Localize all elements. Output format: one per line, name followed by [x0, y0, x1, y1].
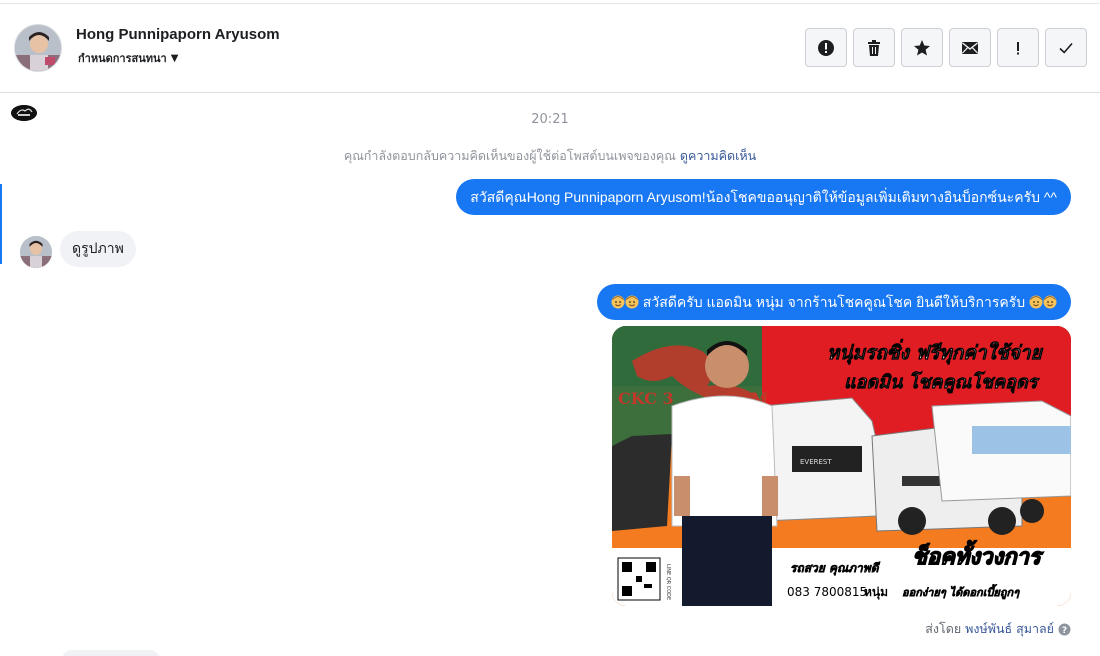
- car-dealer-ad-image[interactable]: CKC 3 COM หนุ่มรถซิ่ง ฟรีทุกค่าใช้จ่าย แ…: [612, 326, 1071, 606]
- question-circle-icon[interactable]: ?: [1058, 623, 1071, 636]
- ad-headline-1: หนุ่มรถซิ่ง ฟรีทุกค่าใช้จ่าย: [827, 339, 1044, 365]
- man-emoji-icon: [1043, 295, 1057, 309]
- ad-brand: CKC 3: [618, 389, 674, 408]
- message-timestamp: 20:21: [531, 112, 569, 127]
- avatar-photo: [20, 236, 52, 268]
- svg-text:?: ?: [1062, 626, 1067, 636]
- sender-avatar[interactable]: [20, 236, 52, 268]
- ad-qr-label: LINE QR CODE: [665, 564, 671, 600]
- ad-headline-2: แอดมิน โชคคูณโชคอุดร: [844, 371, 1041, 394]
- incoming-message[interactable]: ดูรูปภาพ: [60, 231, 136, 267]
- sent-by-prefix: ส่งโดย: [925, 621, 962, 636]
- mark-unread-button[interactable]: [949, 28, 991, 67]
- outgoing-message[interactable]: สวัสดีคุณHong Punnipaporn Aryusom!น้องโช…: [456, 179, 1071, 215]
- sent-by: ส่งโดย พงษ์พันธ์ สุมาลย์ ?: [925, 619, 1071, 639]
- alert-circle-icon: [818, 39, 834, 56]
- delete-button[interactable]: [853, 28, 895, 67]
- outgoing-message-text: สวัสดีครับ แอดมิน หนุ่ม จากร้านโชคคูณโชค…: [642, 294, 1026, 310]
- contact-name[interactable]: Hong Punnipaporn Aryusom: [76, 26, 280, 43]
- selection-indicator: [0, 184, 2, 264]
- star-icon: [914, 39, 930, 55]
- man-emoji-icon: [611, 295, 625, 309]
- ad-sub-slogan: รถสวย คุณภาพดี: [790, 561, 880, 576]
- ad-phone: 083 7800815: [787, 585, 867, 599]
- spam-button[interactable]: [997, 28, 1039, 67]
- ad-image-graphic: CKC 3 COM หนุ่มรถซิ่ง ฟรีทุกค่าใช้จ่าย แ…: [612, 326, 1071, 606]
- top-divider: [0, 3, 1100, 4]
- man-emoji-icon: [625, 295, 639, 309]
- done-button[interactable]: [1045, 28, 1087, 67]
- ad-tagline: ออกง่ายๆ ได้ดอกเบี้ยถูกๆ: [902, 584, 1020, 600]
- man-emoji-icon: [1029, 295, 1043, 309]
- caret-down-icon: ▼: [170, 52, 179, 64]
- star-button[interactable]: [901, 28, 943, 67]
- ad-car-badge: EVEREST: [800, 458, 832, 466]
- assign-conversation-dropdown[interactable]: กำหนดการสนทนา ▼: [78, 49, 178, 67]
- ad-phone-name: หนุ่ม: [864, 585, 888, 600]
- avatar-photo: [15, 25, 61, 71]
- system-note: คุณกำลังตอบกลับความคิดเห็นของผู้ใช้ต่อโพ…: [0, 146, 1100, 166]
- info-button[interactable]: [805, 28, 847, 67]
- ad-slogan: ช็อคทั้งวงการ: [912, 540, 1044, 570]
- sent-by-name[interactable]: พงษ์พันธ์ สุมาลย์: [965, 619, 1054, 639]
- check-icon: [1059, 42, 1073, 54]
- trash-icon: [868, 39, 880, 56]
- incoming-message-partial[interactable]: [62, 650, 160, 656]
- outgoing-message-greeting[interactable]: สวัสดีครับ แอดมิน หนุ่ม จากร้านโชคคูณโชค…: [596, 284, 1071, 320]
- conversation-actions: [805, 28, 1087, 67]
- exclamation-icon: [1017, 41, 1019, 54]
- view-comment-link[interactable]: ดูความคิดเห็น: [680, 148, 756, 163]
- envelope-icon: [962, 41, 978, 54]
- system-note-text: คุณกำลังตอบกลับความคิดเห็นของผู้ใช้ต่อโพ…: [343, 148, 676, 163]
- conversation-header: Hong Punnipaporn Aryusom กำหนดการสนทนา ▼: [0, 0, 1100, 93]
- contact-avatar[interactable]: [14, 24, 62, 72]
- assign-conversation-label: กำหนดการสนทนา: [78, 52, 167, 65]
